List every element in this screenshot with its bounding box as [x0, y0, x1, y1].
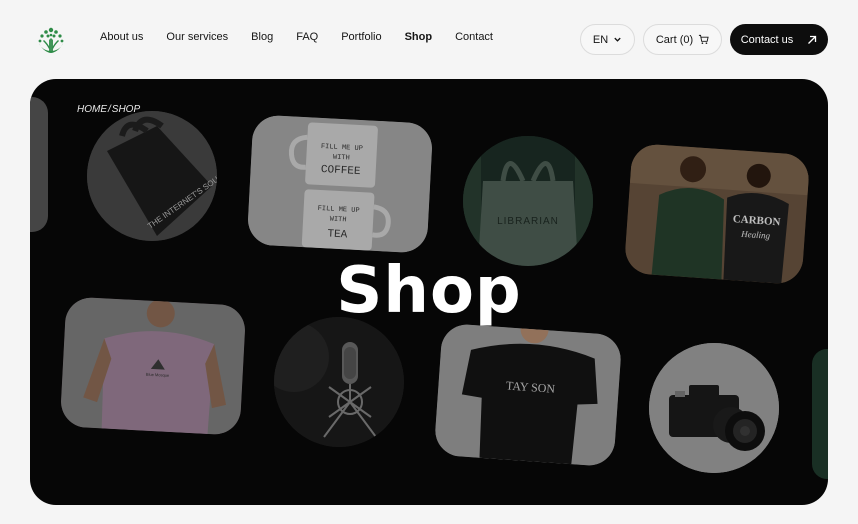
site-header: About us Our services Blog FAQ Portfolio…: [0, 0, 858, 78]
contact-us-label: Contact us: [740, 33, 794, 46]
nav-portfolio[interactable]: Portfolio: [341, 31, 381, 43]
cart-button[interactable]: Cart (0): [643, 24, 722, 55]
logo-icon[interactable]: [34, 22, 68, 56]
nav-blog[interactable]: Blog: [251, 31, 273, 43]
breadcrumb-home[interactable]: HOME: [77, 104, 107, 115]
shop-hero-banner: HOME/SHOP THE INTERNET'S SOURCE OF IMAGE…: [30, 79, 828, 505]
nav-shop[interactable]: Shop: [405, 31, 433, 43]
contact-us-button[interactable]: Contact us: [730, 24, 828, 55]
language-label: EN: [592, 33, 609, 46]
nav-faq[interactable]: FAQ: [296, 31, 318, 43]
language-selector[interactable]: EN: [580, 24, 635, 55]
nav-contact[interactable]: Contact: [455, 31, 493, 43]
page-title: Shop: [336, 254, 522, 328]
nav-our-services[interactable]: Our services: [166, 31, 228, 43]
chevron-down-icon: [614, 37, 621, 42]
main-nav: About us Our services Blog FAQ Portfolio…: [100, 31, 516, 43]
nav-about-us[interactable]: About us: [100, 31, 143, 43]
arrow-up-right-icon: [808, 35, 817, 44]
breadcrumb: HOME/SHOP: [77, 104, 140, 115]
breadcrumb-separator: /: [108, 104, 111, 115]
cart-icon: [699, 34, 709, 44]
breadcrumb-current: SHOP: [111, 104, 141, 115]
cart-label: Cart (0): [655, 33, 694, 46]
